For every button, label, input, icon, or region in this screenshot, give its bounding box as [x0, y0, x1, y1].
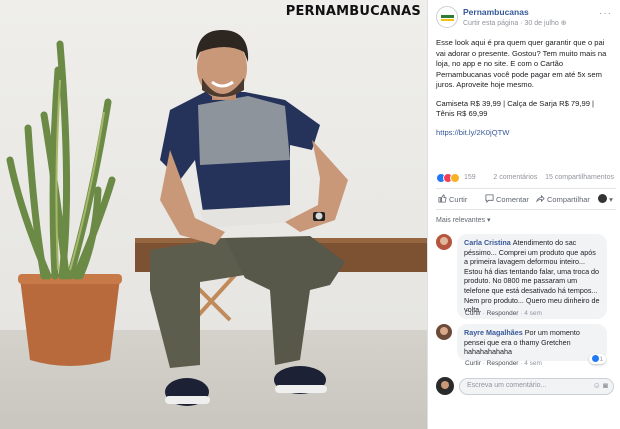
comment-actions: Curtir · Responder · 4 sem [465, 360, 542, 367]
thumbs-up-icon [438, 194, 447, 203]
post-link[interactable]: https://bit.ly/2K0jQTW [436, 128, 509, 137]
comment-like-link[interactable]: Curtir [465, 360, 481, 367]
reaction-count[interactable]: 159 [464, 174, 476, 181]
share-button-label: Compartilhar [547, 195, 590, 204]
sort-label: Mais relevantes [436, 217, 486, 224]
post-stats: 159 2 comentários 15 compartilhamentos [436, 173, 614, 185]
comment-bubble: Rayre Magalhães Por um momento pensei que… [457, 324, 607, 361]
post-side-panel: Pernambucanas Curtir esta página · 30 de… [427, 0, 620, 429]
post-photo[interactable]: PERNAMBUCANAS [0, 0, 427, 429]
globe-icon: ⊕ [560, 20, 567, 27]
brand-overlay: PERNAMBUCANAS [285, 4, 421, 19]
comment-icon [485, 194, 494, 203]
page-avatar[interactable] [436, 6, 458, 28]
comments-count[interactable]: 2 comentários [493, 174, 537, 181]
like-button-label: Curtir [449, 195, 468, 204]
more-options-icon[interactable]: ··· [599, 8, 612, 19]
comment-author[interactable]: Carla Cristina [464, 238, 511, 247]
reaction-selector[interactable]: ▾ [598, 194, 613, 204]
comment-sort-dropdown[interactable]: Mais relevantes ▾ [436, 216, 491, 224]
reaction-icons[interactable] [436, 173, 460, 183]
photo-scene [6, 30, 427, 406]
comment-button-label: Comentar [496, 195, 529, 204]
commenter-avatar[interactable] [436, 324, 452, 340]
post-prices: Camiseta R$ 39,99 | Calça de Sarja R$ 79… [436, 98, 595, 119]
comment-like-link[interactable]: Curtir [465, 310, 481, 317]
avatar [598, 194, 607, 203]
share-icon [536, 194, 545, 203]
plant-pot [20, 278, 120, 366]
comment-bubble: Carla Cristina Atendimento do sac péssimo… [457, 234, 607, 319]
share-button[interactable]: Compartilhar [536, 194, 590, 204]
like-page-link[interactable]: Curtir esta página [463, 20, 518, 27]
post-paragraph: Esse look aqui é pra quem quer garantir … [436, 38, 607, 89]
like-button[interactable]: Curtir [438, 194, 467, 204]
post-date[interactable]: 30 de julho [525, 20, 559, 27]
post-header: Pernambucanas Curtir esta página · 30 de… [436, 6, 616, 30]
shares-count[interactable]: 15 compartilhamentos [545, 174, 614, 181]
comment-author[interactable]: Rayre Magalhães [464, 328, 523, 337]
post-meta: Curtir esta página · 30 de julho ⊕ [463, 20, 567, 27]
comment-like-count[interactable]: 1 [588, 354, 606, 364]
comment-text: Atendimento do sac péssimo... Comprei um… [464, 238, 600, 315]
comment-reply-link[interactable]: Responder [487, 360, 519, 367]
page-name[interactable]: Pernambucanas [463, 7, 529, 17]
comment-input-placeholder: Escreva um comentário... [467, 382, 547, 389]
comment-time[interactable]: 4 sem [524, 310, 542, 317]
comment-time[interactable]: 4 sem [524, 360, 542, 367]
commenter-avatar[interactable] [436, 234, 452, 250]
like-reaction-icon [591, 355, 599, 362]
comment-button[interactable]: Comentar [485, 194, 529, 204]
camera-icon[interactable]: ◙ [603, 381, 608, 390]
post-text: Esse look aqui é pra quem quer garantir … [436, 38, 614, 146]
comment-actions: Curtir · Responder · 4 sem [465, 310, 542, 317]
current-user-avatar [436, 377, 454, 395]
comment-reply-link[interactable]: Responder [487, 310, 519, 317]
comment-input[interactable]: Escreva um comentário... ☺ ◙ [459, 378, 614, 395]
comment-composer: Escreva um comentário... ☺ ◙ [436, 376, 616, 396]
post-actions-bar: Curtir Comentar Compartilhar ▾ [436, 188, 616, 210]
plant [6, 40, 116, 280]
emoji-icon[interactable]: ☺ [593, 381, 601, 390]
wow-reaction-icon [450, 173, 460, 183]
